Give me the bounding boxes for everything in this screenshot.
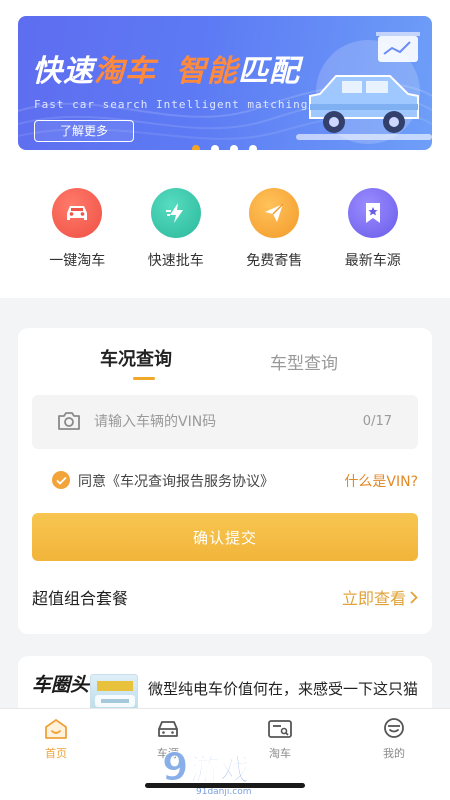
car-front-icon	[158, 721, 178, 737]
camera-icon[interactable]	[56, 409, 82, 433]
learn-more-button[interactable]: 了解更多	[34, 120, 134, 142]
what-is-vin-link[interactable]: 什么是VIN?	[344, 471, 418, 491]
quick-action-label: 免费寄售	[246, 253, 303, 269]
vin-char-counter: 0/17	[362, 414, 392, 429]
pagination-dot[interactable]	[230, 145, 238, 150]
quick-action-one-click-search[interactable]: 一键淘车	[28, 188, 127, 278]
tab-model-query[interactable]: 车型查询	[270, 349, 338, 374]
top-area: 快速淘车 智能匹配 Fast car search Intelligent mat…	[0, 0, 450, 298]
quick-action-free-consign[interactable]: 免费寄售	[225, 188, 324, 278]
vehicle-query-card: 车况查询 车型查询 0/17 同意《车况查询报告服务协议》 什么是VIN? 确认…	[18, 328, 432, 634]
view-package-link[interactable]: 立即查看	[342, 585, 418, 609]
package-title: 超值组合套餐	[32, 589, 129, 608]
quick-action-latest-cars[interactable]: 最新车源	[324, 188, 423, 278]
home-icon	[45, 719, 67, 739]
send-icon	[249, 188, 300, 238]
vin-field[interactable]: 0/17	[32, 395, 418, 449]
car-icon	[52, 188, 103, 238]
active-tab-indicator	[133, 377, 155, 380]
view-package-label: 立即查看	[341, 589, 406, 608]
quick-action-label: 一键淘车	[49, 253, 106, 269]
banner-pagination	[192, 145, 257, 150]
tab-home[interactable]: 首页	[16, 717, 96, 773]
news-feed: 车圈头条 微型纯电车价值何在，来感受一下这只猫	[18, 656, 432, 716]
agreement-link[interactable]: 同意《车况查询报告服务协议》	[78, 471, 274, 491]
quick-action-label: 最新车源	[344, 253, 401, 269]
tab-label: 我的	[383, 747, 405, 760]
quick-action-fast-batch[interactable]: 快速批车	[127, 188, 226, 278]
news-headline[interactable]: 微型纯电车价值何在，来感受一下这只猫	[148, 676, 420, 702]
pagination-dot[interactable]	[211, 145, 219, 150]
banner-title: 快速淘车 智能匹配	[32, 54, 300, 89]
home-indicator[interactable]	[145, 783, 305, 788]
car-illustration-icon	[296, 32, 432, 144]
submit-button[interactable]: 确认提交	[32, 513, 418, 561]
agreement-checkbox[interactable]	[52, 471, 70, 489]
search-card-icon	[268, 720, 292, 738]
bookmark-icon	[347, 188, 398, 238]
banner-subtitle: Fast car search Intelligent matching	[34, 98, 309, 111]
profile-icon	[384, 718, 404, 738]
checkmark-icon	[55, 476, 67, 485]
quick-actions: 一键淘车 快速批车 免费寄售 最新车源	[28, 188, 422, 278]
promo-banner[interactable]: 快速淘车 智能匹配 Fast car search Intelligent mat…	[18, 16, 432, 150]
pagination-dot[interactable]	[192, 145, 200, 150]
tab-label: 首页	[45, 747, 67, 760]
pagination-dot[interactable]	[249, 145, 257, 150]
quick-action-label: 快速批车	[147, 253, 204, 269]
tab-profile[interactable]: 我的	[354, 717, 434, 773]
lightning-icon	[150, 188, 201, 238]
vin-input[interactable]	[94, 410, 344, 434]
chevron-right-icon	[410, 590, 418, 604]
watermark-domain: 91danji.com	[196, 787, 251, 796]
tab-condition-query[interactable]: 车况查询	[100, 345, 172, 371]
